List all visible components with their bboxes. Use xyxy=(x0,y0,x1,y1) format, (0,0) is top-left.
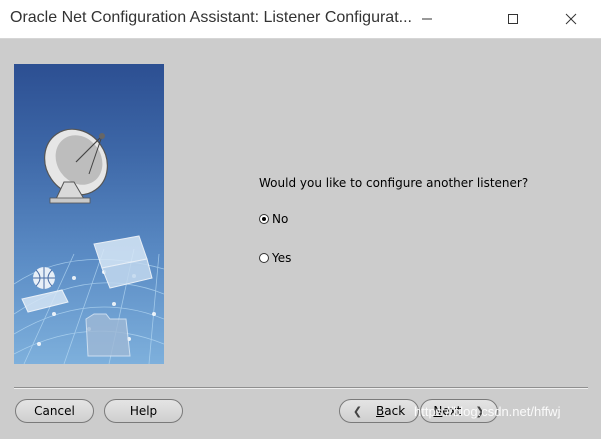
maximize-button[interactable] xyxy=(490,0,536,38)
folder-icon xyxy=(85,313,131,357)
minimize-icon xyxy=(422,18,432,20)
radio-button-no[interactable] xyxy=(259,214,269,224)
chevron-left-icon: ❮ xyxy=(352,404,363,418)
title-bar: Oracle Net Configuration Assistant: List… xyxy=(0,0,601,39)
globe-icon xyxy=(33,267,55,289)
laptop-icon xyxy=(93,235,153,289)
radio-label-yes: Yes xyxy=(272,251,292,265)
maximize-icon xyxy=(508,14,518,24)
wizard-side-illustration xyxy=(14,64,164,364)
cancel-button-label: Cancel xyxy=(34,404,75,418)
radio-button-yes[interactable] xyxy=(259,253,269,263)
help-button[interactable]: Help xyxy=(104,399,183,423)
window-title: Oracle Net Configuration Assistant: List… xyxy=(10,9,412,26)
button-bar-divider xyxy=(14,387,588,389)
configure-another-listener-prompt: Would you like to configure another list… xyxy=(259,176,529,190)
radio-option-no[interactable]: No xyxy=(259,212,288,226)
radio-option-yes[interactable]: Yes xyxy=(259,251,291,265)
close-button[interactable] xyxy=(548,0,594,38)
satellite-dish-icon xyxy=(44,128,108,204)
cancel-button[interactable]: Cancel xyxy=(15,399,94,423)
help-button-label: Help xyxy=(129,404,158,418)
keyboard-icon xyxy=(21,289,69,313)
minimize-button[interactable] xyxy=(404,0,450,38)
back-button-label: Back xyxy=(376,404,406,418)
back-button[interactable]: ❮ Back xyxy=(339,399,419,423)
radio-label-no: No xyxy=(272,212,289,226)
watermark: https://blog.csdn.net/hffwj xyxy=(414,404,561,419)
close-icon xyxy=(565,13,577,25)
